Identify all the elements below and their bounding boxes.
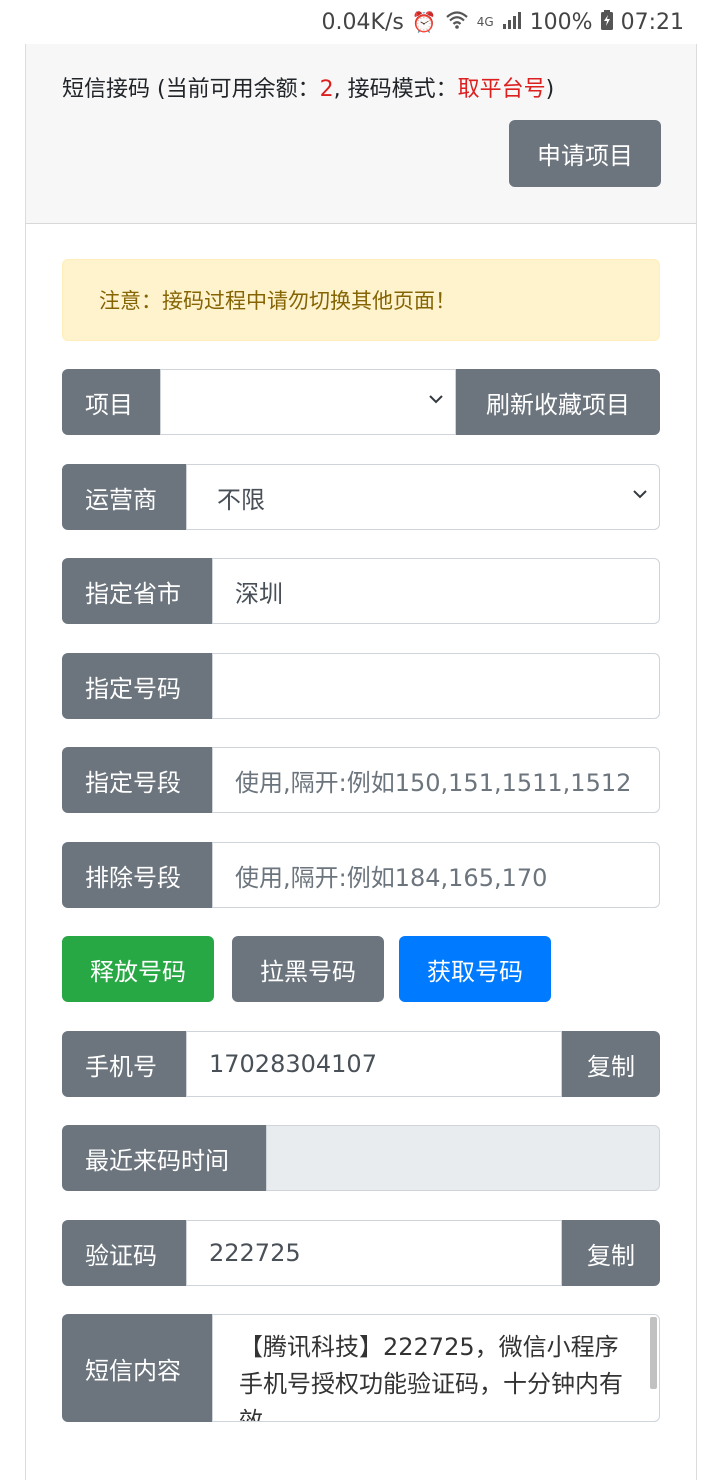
apply-project-button[interactable]: 申请项目 [509, 120, 661, 187]
battery-charging-icon [600, 9, 613, 35]
sms-label: 短信内容 [62, 1314, 212, 1422]
province-input[interactable]: 深圳 [212, 558, 660, 624]
project-select[interactable] [160, 369, 456, 435]
segment-input[interactable]: 使用,隔开:例如150,151,1511,1512 [212, 747, 660, 813]
card-header: 短信接码 (当前可用余额：2, 接码模式：取平台号) 申请项目 [26, 44, 696, 224]
status-bar: 0.04K/s ⏰ 4G 100% 07:21 [0, 0, 720, 44]
sms-card: 短信接码 (当前可用余额：2, 接码模式：取平台号) 申请项目 注意：接码过程中… [25, 44, 697, 1480]
network-speed: 0.04K/s [321, 9, 404, 35]
carrier-select[interactable]: 不限 [186, 464, 660, 530]
project-row: 项目 刷新收藏项目 [62, 369, 660, 435]
exclude-input[interactable]: 使用,隔开:例如184,165,170 [212, 842, 660, 908]
province-label: 指定省市 [62, 558, 212, 624]
chevron-down-icon [633, 487, 647, 501]
recent-time-row: 最近来码时间 [62, 1125, 660, 1191]
exclude-row: 排除号段 使用,隔开:例如184,165,170 [62, 842, 660, 908]
phone-label: 手机号 [62, 1031, 186, 1097]
wifi-icon [445, 10, 469, 35]
scrollbar[interactable] [650, 1317, 657, 1389]
battery-percent: 100% [529, 9, 593, 35]
code-input[interactable]: 222725 [186, 1220, 562, 1286]
code-label: 验证码 [62, 1220, 186, 1286]
clock: 07:21 [620, 9, 684, 35]
signal-icon [502, 10, 522, 34]
warning-alert: 注意：接码过程中请勿切换其他页面！ [62, 259, 660, 341]
exclude-label: 排除号段 [62, 842, 212, 908]
code-row: 验证码 222725 复制 [62, 1220, 660, 1286]
phone-input[interactable]: 17028304107 [186, 1031, 562, 1097]
number-row: 指定号码 [62, 653, 660, 719]
copy-code-button[interactable]: 复制 [562, 1220, 660, 1286]
number-input[interactable] [212, 653, 660, 719]
province-row: 指定省市 深圳 [62, 558, 660, 624]
recent-time-input [266, 1125, 660, 1191]
balance-value: 2 [319, 77, 334, 102]
release-number-button[interactable]: 释放号码 [62, 936, 214, 1002]
refresh-favorites-button[interactable]: 刷新收藏项目 [456, 369, 660, 435]
network-type-icon: 4G [476, 15, 494, 29]
alarm-icon: ⏰ [411, 10, 437, 34]
segment-label: 指定号段 [62, 747, 212, 813]
chevron-down-icon [429, 392, 443, 406]
mode-value: 取平台号 [457, 77, 546, 102]
recent-time-label: 最近来码时间 [62, 1125, 266, 1191]
project-label: 项目 [62, 369, 160, 435]
blacklist-number-button[interactable]: 拉黑号码 [232, 936, 384, 1002]
carrier-label: 运营商 [62, 464, 186, 530]
number-label: 指定号码 [62, 653, 212, 719]
phone-row: 手机号 17028304107 复制 [62, 1031, 660, 1097]
copy-phone-button[interactable]: 复制 [562, 1031, 660, 1097]
header-title: 短信接码 (当前可用余额：2, 接码模式：取平台号) [62, 77, 555, 102]
sms-textarea[interactable]: 【腾讯科技】222725，微信小程序手机号授权功能验证码，十分钟内有效 [212, 1314, 660, 1422]
carrier-row: 运营商 不限 [62, 464, 660, 530]
segment-row: 指定号段 使用,隔开:例如150,151,1511,1512 [62, 747, 660, 813]
sms-row: 短信内容 【腾讯科技】222725，微信小程序手机号授权功能验证码，十分钟内有效 [62, 1314, 660, 1422]
get-number-button[interactable]: 获取号码 [399, 936, 551, 1002]
